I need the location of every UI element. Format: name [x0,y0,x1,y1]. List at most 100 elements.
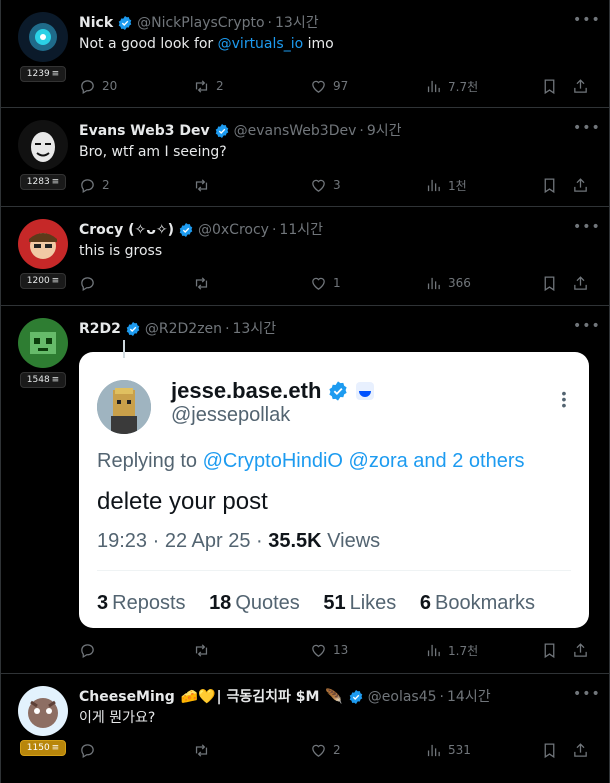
bookmark-button[interactable] [541,76,558,96]
reply-icon [81,743,94,758]
reply-button[interactable] [79,740,102,760]
bookmark-button[interactable] [541,740,558,760]
score-badge: 1283 ≡ [20,174,66,190]
repost-button[interactable] [193,640,216,660]
quoted-stats: 3 Reposts 18 Quotes 51 Likes 6 Bookmarks [97,592,536,614]
quoted-name: jesse.base.eth [171,378,322,403]
timestamp[interactable]: 14시간 [447,687,491,707]
quoted-avatar [97,380,151,434]
more-icon[interactable]: ••• [573,687,600,707]
bookmark-button[interactable] [541,273,558,293]
bookmark-icon [544,78,555,94]
display-name[interactable]: R2D2 [79,319,121,339]
views-button[interactable]: 366 [425,273,471,293]
base-logo-icon [356,382,375,400]
handle[interactable]: @0xCrocy [198,220,269,240]
bookmark-button[interactable] [541,640,558,660]
repost-button[interactable] [193,175,216,195]
views-icon [427,644,440,656]
more-icon[interactable]: ••• [573,319,600,339]
reply-icon [81,276,94,291]
share-button[interactable] [572,740,589,760]
views-button[interactable]: 1.7천 [425,640,478,660]
repost-button[interactable]: 2 [193,76,224,96]
avatar[interactable] [18,686,68,736]
bookmark-button[interactable] [541,175,558,195]
reply-button[interactable]: 2 [79,175,110,195]
like-button[interactable]: 97 [310,76,348,96]
reply-icon [81,79,94,94]
tweet-text: this is gross [79,243,163,259]
more-icon[interactable]: ••• [573,121,600,141]
repost-icon [195,743,208,757]
timeline-feed: 1239 ≡ Nick @NickPlaysCrypto · 13시간 ••• Not… [0,0,610,783]
tweet[interactable]: 1548 ≡ R2D2 @R2D2zen · 13시간 ••• jesse.base.… [1,306,609,674]
timestamp[interactable]: 11시간 [279,220,323,240]
share-button[interactable] [572,175,589,195]
handle[interactable]: @eolas45 [368,687,437,707]
display-name[interactable]: Nick [79,13,113,33]
score-badge: 1548 ≡ [20,372,66,388]
tweet[interactable]: 1239 ≡ Nick @NickPlaysCrypto · 13시간 ••• Not… [1,0,609,108]
tweet-text: Bro, wtf am I seeing? [79,144,227,160]
verified-icon [118,16,132,30]
display-name[interactable]: Evans Web3 Dev [79,121,210,141]
like-button[interactable]: 1 [310,273,341,293]
bookmark-icon [544,275,555,291]
heart-icon [312,644,325,657]
reply-button[interactable] [79,640,102,660]
reply-button[interactable] [79,273,102,293]
repost-button[interactable] [193,273,216,293]
views-button[interactable]: 7.7천 [425,76,478,96]
bookmark-icon [544,642,555,658]
divider [97,570,571,571]
handle[interactable]: @R2D2zen [145,319,222,339]
tweet-actions: 20 2 97 7.7천 [79,76,591,96]
score-badge: 1200 ≡ [20,273,66,289]
timestamp[interactable]: 13시간 [275,13,319,33]
score-badge: 1150 ≡ [20,740,66,756]
heart-icon [312,179,325,192]
avatar[interactable] [18,219,68,269]
tweet-actions: 2 531 [79,740,591,760]
repost-icon [195,178,208,192]
tweet[interactable]: 1283 ≡ Evans Web3 Dev @evansWeb3Dev · 9시간 •… [1,108,609,207]
timestamp[interactable]: 9시간 [367,121,402,141]
avatar[interactable] [18,120,68,170]
bookmark-icon [544,177,555,193]
tweet[interactable]: 1150 ≡ CheeseMing 🧀💛| 극동김치파 $M 🪶 @eolas45… [1,674,609,783]
quoted-tweet-image[interactable]: jesse.base.eth @jessepollak • • • Replying… [79,352,589,628]
share-button[interactable] [572,273,589,293]
like-button[interactable]: 13 [310,640,348,660]
like-button[interactable]: 2 [310,740,341,760]
mention-link[interactable]: @virtuals_io [218,36,304,52]
handle[interactable]: @evansWeb3Dev [234,121,357,141]
verified-icon [329,381,348,401]
display-name[interactable]: CheeseMing 🧀💛| 극동김치파 $M 🪶 [79,687,344,707]
timestamp[interactable]: 13시간 [233,319,277,339]
avatar[interactable] [18,12,68,62]
repost-button[interactable] [193,740,216,760]
share-icon [574,642,587,657]
views-icon [427,744,440,756]
repost-icon [195,276,208,290]
reply-icon [81,178,94,193]
handle[interactable]: @NickPlaysCrypto [137,13,264,33]
heart-icon [312,744,325,757]
share-button[interactable] [572,76,589,96]
display-name[interactable]: Crocy (✧ᴗ✧) [79,220,174,240]
reply-button[interactable]: 20 [79,76,117,96]
more-icon[interactable]: ••• [573,13,600,33]
tweet[interactable]: 1200 ≡ Crocy (✧ᴗ✧) @0xCrocy · 11시간 ••• this… [1,207,609,306]
bookmark-icon [544,742,555,758]
quoted-body: delete your post [97,488,268,515]
more-icon[interactable]: ••• [573,220,600,240]
views-icon [427,80,440,92]
share-button[interactable] [572,640,589,660]
avatar[interactable] [18,318,68,368]
views-button[interactable]: 1천 [425,175,467,195]
views-button[interactable]: 531 [425,740,471,760]
quoted-meta: 19:23 · 22 Apr 25 · 35.5K Views [97,530,381,552]
verified-icon [215,124,228,138]
like-button[interactable]: 3 [310,175,341,195]
